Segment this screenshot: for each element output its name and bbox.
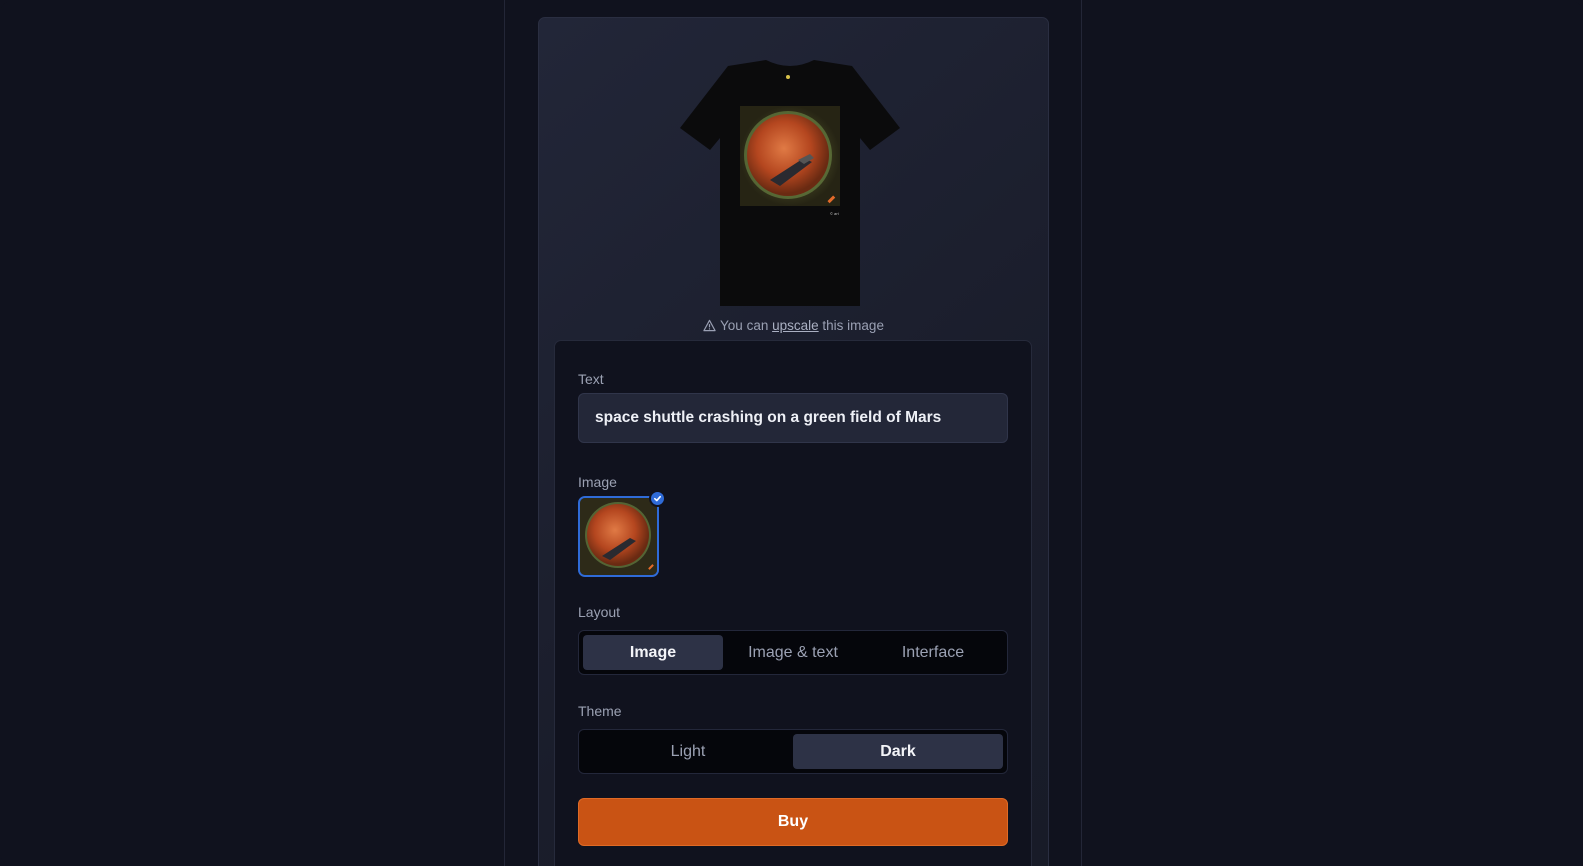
text-input[interactable]: space shuttle crashing on a green field … bbox=[578, 393, 1008, 443]
theme-label: Theme bbox=[578, 703, 622, 719]
text-label: Text bbox=[578, 371, 604, 387]
theme-selector: Light Dark bbox=[578, 729, 1008, 774]
layout-option-interface[interactable]: Interface bbox=[863, 635, 1003, 670]
image-thumbnail[interactable] bbox=[578, 496, 659, 577]
selected-check-icon bbox=[649, 490, 666, 507]
layout-option-image[interactable]: Image bbox=[583, 635, 723, 670]
mars-shuttle-thumbnail bbox=[580, 498, 657, 575]
svg-text:© art: © art bbox=[830, 211, 840, 216]
warning-triangle-icon bbox=[703, 319, 716, 332]
image-label: Image bbox=[578, 474, 617, 490]
upscale-hint: You can upscale this image bbox=[538, 318, 1049, 333]
layout-selector: Image Image & text Interface bbox=[578, 630, 1008, 675]
hint-suffix: this image bbox=[822, 318, 884, 333]
tshirt-preview: © art bbox=[680, 60, 900, 306]
layout-label: Layout bbox=[578, 604, 621, 620]
buy-button[interactable]: Buy bbox=[578, 798, 1008, 846]
theme-option-light[interactable]: Light bbox=[583, 734, 793, 769]
hint-prefix: You can bbox=[720, 318, 769, 333]
layout-option-image-text[interactable]: Image & text bbox=[723, 635, 863, 670]
upscale-link[interactable]: upscale bbox=[772, 318, 819, 333]
theme-option-dark[interactable]: Dark bbox=[793, 734, 1003, 769]
app-frame: © art You can upscale this image Text sp… bbox=[0, 0, 1583, 866]
